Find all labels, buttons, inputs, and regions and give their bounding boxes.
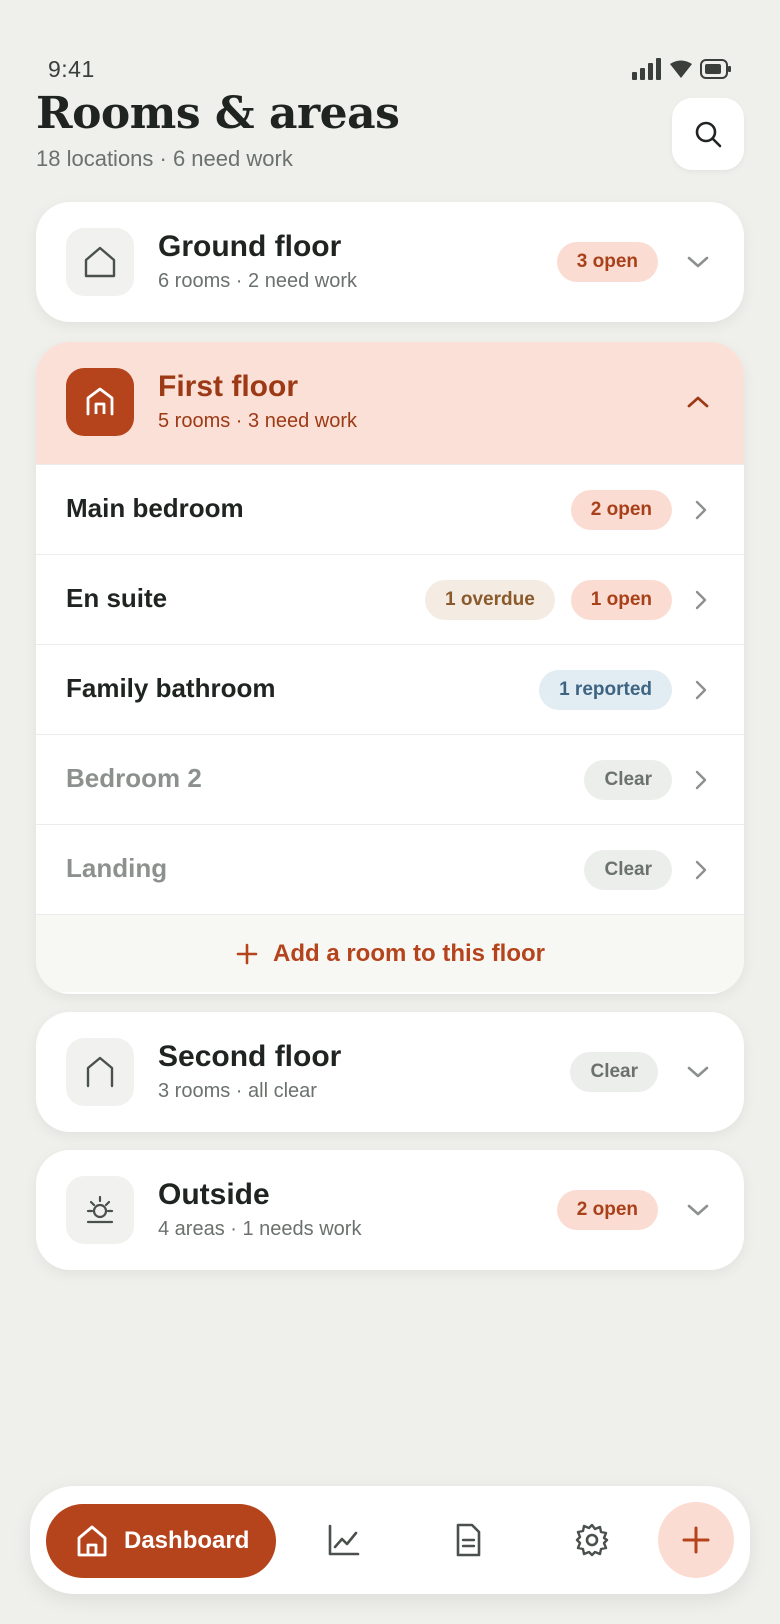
room-name: Family bathroom	[66, 673, 276, 703]
search-button[interactable]	[672, 98, 744, 170]
house-filled-icon	[86, 387, 114, 416]
status-bar: 9:41	[0, 0, 780, 96]
chart-icon[interactable]	[326, 1522, 362, 1558]
room-row-main-bedroom[interactable]: Main bedroom 2 open	[36, 464, 744, 554]
chevron-right-icon	[695, 500, 707, 520]
nav-dashboard-label: Dashboard	[124, 1527, 250, 1554]
roof-icon	[86, 1056, 114, 1088]
room-row-bedroom-2[interactable]: Bedroom 2 Clear	[36, 734, 744, 824]
plus-icon	[236, 943, 258, 964]
floor-header[interactable]: Outside 4 areas · 1 needs work 2 open	[36, 1150, 744, 1270]
floor-summary: 5 rooms · 3 need work	[158, 410, 357, 432]
floor-card-outside[interactable]: Outside 4 areas · 1 needs work 2 open	[36, 1150, 744, 1270]
floor-header[interactable]: Ground floor 6 rooms · 2 need work 3 ope…	[36, 202, 744, 322]
status-time: 9:41	[48, 56, 95, 82]
room-row-family-bathroom[interactable]: Family bathroom 1 reported	[36, 644, 744, 734]
chevron-right-icon	[695, 590, 707, 610]
floor-icon-tile	[66, 368, 134, 436]
floor-summary: 4 areas · 1 needs work	[158, 1218, 362, 1240]
floor-card-second[interactable]: Second floor 3 rooms · all clear Clear	[36, 1012, 744, 1132]
floor-summary: 3 rooms · all clear	[158, 1080, 317, 1102]
search-icon	[695, 121, 722, 148]
clear-badge: Clear	[584, 760, 672, 800]
chevron-down-icon[interactable]	[684, 1058, 712, 1086]
overdue-badge: 1 overdue	[425, 580, 555, 620]
add-button[interactable]	[658, 1502, 734, 1578]
add-room-button[interactable]: Add a room to this floor	[36, 914, 744, 992]
chevron-right-icon	[695, 680, 707, 700]
reported-badge: 1 reported	[539, 670, 672, 710]
status-badge: 2 open	[570, 490, 672, 530]
room-name: Bedroom 2	[66, 763, 202, 793]
status-badge: 2 open	[556, 1190, 658, 1230]
status-badge: 3 open	[556, 242, 658, 282]
room-name: Landing	[66, 853, 168, 883]
signal-icon	[632, 58, 661, 80]
chevron-up-icon[interactable]	[684, 388, 712, 416]
document-icon[interactable]	[450, 1522, 486, 1558]
add-room-label: Add a room to this floor	[273, 939, 545, 967]
floor-icon-tile	[66, 228, 134, 296]
chevron-right-icon	[695, 860, 707, 880]
house-outline-icon	[84, 246, 116, 278]
floor-title: Second floor	[158, 1040, 342, 1073]
chevron-down-icon[interactable]	[684, 1196, 712, 1224]
wifi-icon	[670, 60, 692, 78]
sun-icon	[86, 1195, 114, 1224]
floor-header[interactable]: Second floor 3 rooms · all clear Clear	[36, 1012, 744, 1132]
floor-card-ground[interactable]: Ground floor 6 rooms · 2 need work 3 ope…	[36, 202, 744, 322]
floor-title: Ground floor	[158, 230, 342, 263]
page-title: Rooms & areas	[36, 88, 400, 139]
gear-icon[interactable]	[574, 1522, 610, 1558]
floor-title: Outside	[158, 1178, 270, 1211]
floor-title: First floor	[158, 370, 298, 403]
floor-header[interactable]: First floor 5 rooms · 3 need work	[36, 342, 744, 464]
chevron-down-icon[interactable]	[684, 248, 712, 276]
battery-icon	[700, 59, 731, 79]
home-icon	[77, 1525, 107, 1557]
clear-badge: Clear	[570, 1052, 658, 1092]
status-badge: 1 open	[570, 580, 672, 620]
room-name: Main bedroom	[66, 493, 244, 523]
room-row-landing[interactable]: Landing Clear	[36, 824, 744, 914]
floor-summary: 6 rooms · 2 need work	[158, 270, 357, 292]
room-name: En suite	[66, 583, 168, 613]
page-subtitle: 18 locations · 6 need work	[36, 146, 293, 171]
chevron-right-icon	[695, 770, 707, 790]
bottom-nav: Dashboard	[30, 1486, 750, 1594]
floor-icon-tile	[66, 1038, 134, 1106]
status-icons	[632, 58, 732, 80]
nav-dashboard[interactable]: Dashboard	[46, 1504, 276, 1578]
floor-icon-tile	[66, 1176, 134, 1244]
plus-icon	[682, 1526, 710, 1554]
clear-badge: Clear	[584, 850, 672, 890]
room-row-en-suite[interactable]: En suite 1 overdue 1 open	[36, 554, 744, 644]
floor-card-first: First floor 5 rooms · 3 need work Main b…	[36, 342, 744, 994]
